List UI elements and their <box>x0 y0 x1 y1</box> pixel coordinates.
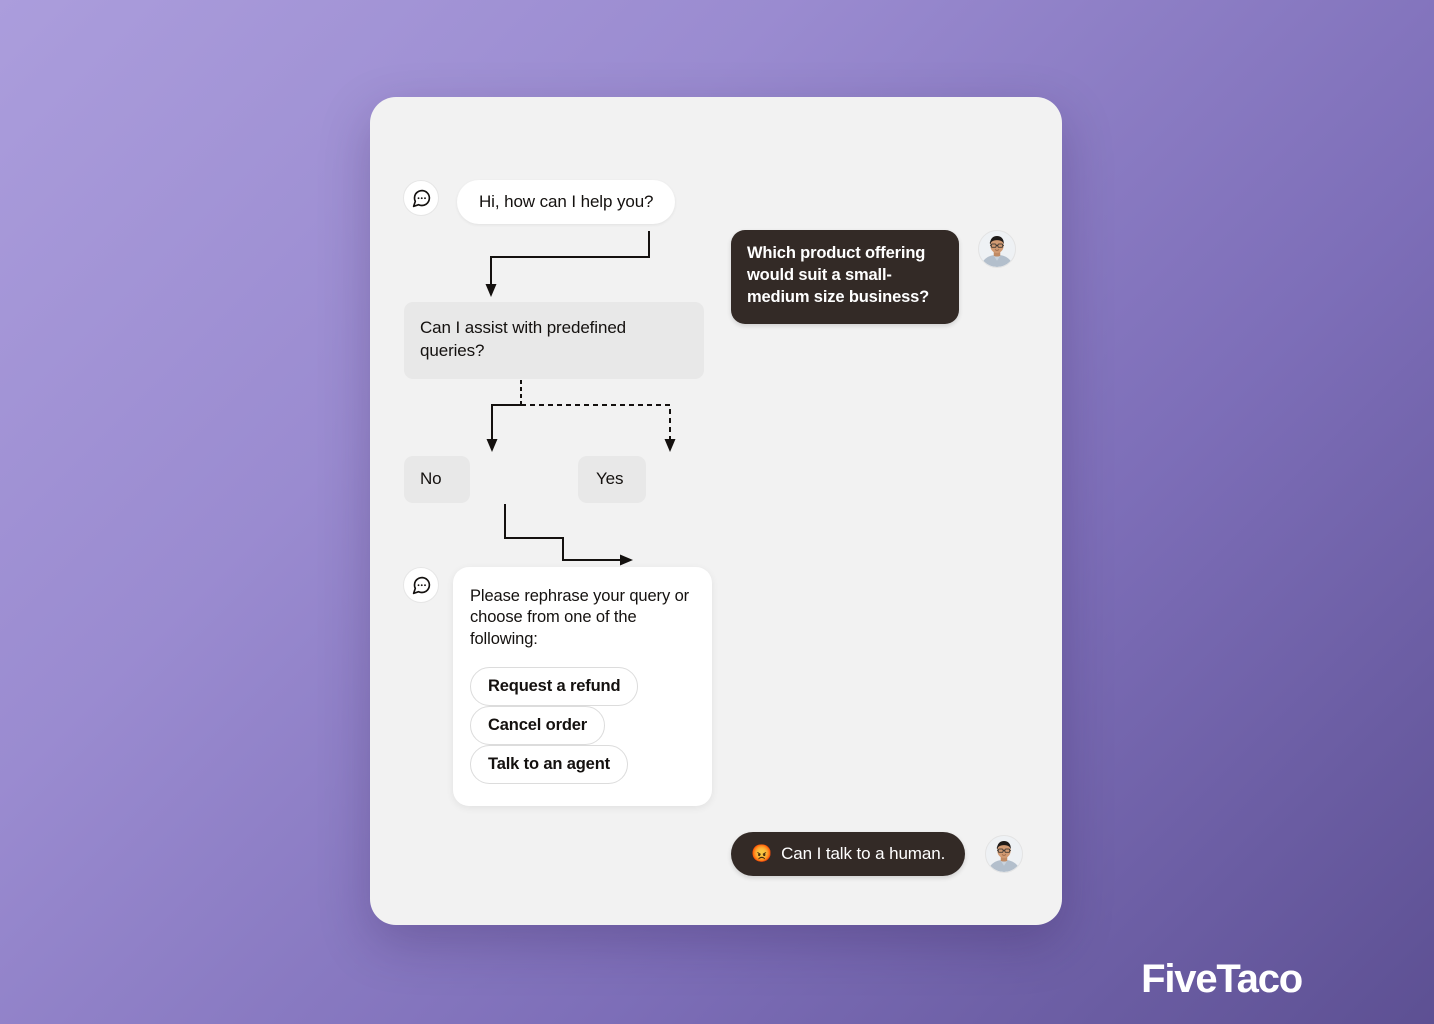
flow-branch-no[interactable]: No <box>404 456 470 503</box>
connector-decision-branch <box>486 380 676 452</box>
message-user-human-request: 😡 Can I talk to a human. <box>731 832 1024 876</box>
user-message-bubble-human: 😡 Can I talk to a human. <box>731 832 966 876</box>
avatar <box>985 835 1024 873</box>
quick-reply-card: Please rephrase your query or choose fro… <box>453 567 712 807</box>
chat-bubble-icon <box>403 567 439 603</box>
user-message-bubble: Which product offering would suit a smal… <box>731 230 959 324</box>
quick-reply-prompt: Please rephrase your query or choose fro… <box>470 587 690 648</box>
message-bot-greeting: Hi, how can I help you? <box>403 180 676 224</box>
chat-bubble-icon <box>403 180 439 216</box>
quick-reply-request-a-refund[interactable]: Request a refund <box>470 667 639 707</box>
bot-message-bubble: Hi, how can I help you? <box>457 180 676 224</box>
angry-face-emoji: 😡 <box>751 844 773 863</box>
message-bot-options <box>403 567 439 603</box>
connector-no-to-options <box>504 504 633 566</box>
avatar <box>978 230 1016 268</box>
flow-node-predefined-queries: Can I assist with predefined queries? <box>404 302 704 379</box>
quick-reply-cancel-order[interactable]: Cancel order <box>470 706 606 746</box>
message-user-question: Which product offering would suit a smal… <box>731 230 1016 324</box>
quick-reply-list: Request a refund Cancel order Talk to an… <box>470 667 695 785</box>
chat-card: Hi, how can I help you? Can I assist wit… <box>370 97 1062 925</box>
brand-logo: FiveTaco <box>1141 957 1303 1001</box>
connector-greeting-to-decision <box>485 231 650 297</box>
quick-reply-talk-to-an-agent[interactable]: Talk to an agent <box>470 745 628 785</box>
flow-branch-yes[interactable]: Yes <box>578 456 646 503</box>
user-message-text: Can I talk to a human. <box>781 844 946 863</box>
